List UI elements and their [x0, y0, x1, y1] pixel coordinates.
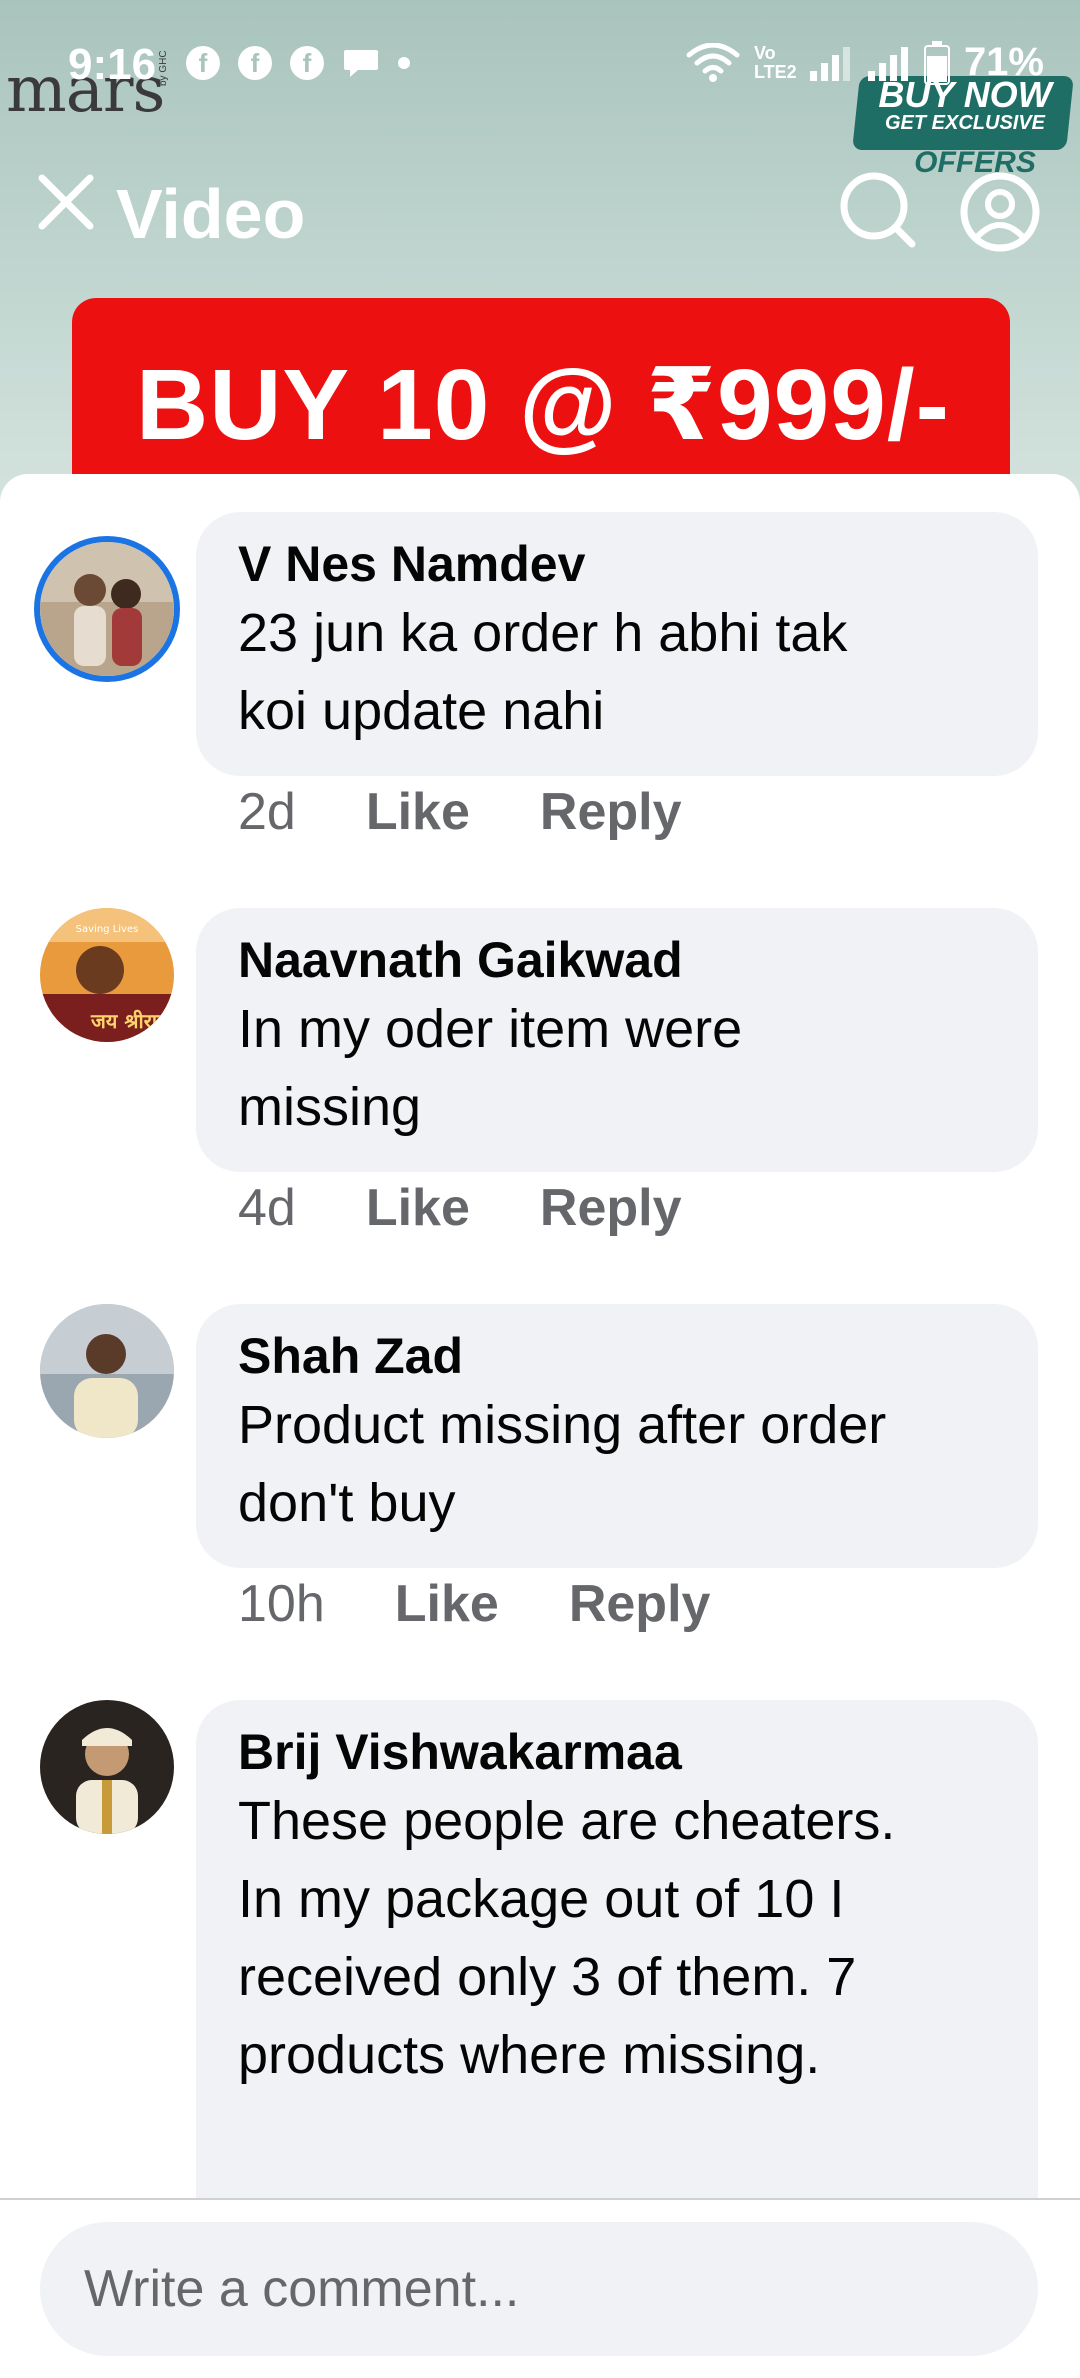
status-time: 9:16 — [68, 40, 157, 89]
comment-text: 23 jun ka order h abhi tak koi update na… — [238, 603, 848, 741]
avatar-image — [40, 542, 174, 676]
comment-time[interactable]: 2d — [238, 782, 296, 842]
signal-icon — [809, 46, 850, 81]
battery-icon — [923, 40, 950, 85]
comment-text: These people are cheaters. In my package… — [238, 1791, 896, 2085]
video-nav-bar: Video — [0, 160, 1080, 260]
avatar-caption: जय श्रीराम — [90, 1009, 170, 1033]
promo-exclusive: GET EXCLUSIVE — [884, 112, 1046, 134]
like-button[interactable]: Like — [366, 782, 470, 842]
facebook-icon: f — [238, 46, 272, 80]
avatar[interactable] — [40, 1700, 174, 1834]
avatar-image — [40, 1304, 174, 1438]
battery-percent: 71% — [963, 40, 1044, 84]
page-title: Video — [116, 175, 306, 253]
offer-text: BUY 10 @ ₹999/- — [136, 349, 950, 461]
comment-author[interactable]: Naavnath Gaikwad — [238, 930, 998, 990]
like-button[interactable]: Like — [366, 1178, 470, 1238]
avatar-image — [40, 1700, 174, 1834]
signal-icon — [867, 46, 908, 81]
status-right-cluster: Vo LTE2 71% — [686, 40, 1044, 85]
comments-sheet[interactable]: V Nes Namdev 23 jun ka order h abhi tak … — [0, 474, 1080, 2376]
comment-bubble[interactable]: Naavnath Gaikwad In my oder item were mi… — [196, 908, 1038, 1172]
facebook-icon: f — [186, 46, 220, 80]
comment-input[interactable]: Write a comment... — [40, 2222, 1038, 2356]
like-button[interactable]: Like — [395, 1574, 499, 1634]
comment-author[interactable]: Brij Vishwakarmaa — [238, 1722, 998, 1782]
comment-time[interactable]: 10h — [238, 1574, 325, 1634]
comment-bubble[interactable]: V Nes Namdev 23 jun ka order h abhi tak … — [196, 512, 1038, 776]
close-icon[interactable] — [36, 172, 96, 232]
avatar[interactable] — [40, 1304, 174, 1438]
avatar-image: Saving Lives जय श्रीराम — [40, 908, 174, 1042]
account-icon[interactable] — [958, 170, 1042, 254]
comment-author[interactable]: V Nes Namdev — [238, 534, 998, 594]
more-notifications-dot — [398, 57, 410, 69]
avatar[interactable] — [40, 542, 174, 676]
comment-actions: 10h Like Reply — [238, 1574, 710, 1634]
comment-actions: 2d Like Reply — [238, 782, 682, 842]
chat-bubble-icon — [344, 50, 378, 77]
reply-button[interactable]: Reply — [540, 1178, 682, 1238]
notification-icons: f f f — [186, 46, 410, 80]
comment-time[interactable]: 4d — [238, 1178, 296, 1238]
comment-bubble[interactable]: Shah Zad Product missing after order don… — [196, 1304, 1038, 1568]
search-icon[interactable] — [838, 170, 918, 250]
reply-button[interactable]: Reply — [569, 1574, 711, 1634]
comment-bubble[interactable]: Brij Vishwakarmaa These people are cheat… — [196, 1700, 1038, 2260]
comment-actions: 4d Like Reply — [238, 1178, 682, 1238]
comment-text: In my oder item were missing — [238, 999, 743, 1137]
avatar[interactable]: Saving Lives जय श्रीराम — [40, 908, 174, 1042]
comment-composer-bar: Write a comment... — [0, 2198, 1080, 2378]
network-label: Vo LTE2 — [753, 42, 797, 82]
wifi-icon — [686, 42, 740, 82]
comment-text: Product missing after order don't buy — [238, 1395, 887, 1533]
facebook-icon: f — [290, 46, 324, 80]
reply-button[interactable]: Reply — [540, 782, 682, 842]
comment-author[interactable]: Shah Zad — [238, 1326, 998, 1386]
status-bar: 9:16 f f f Vo LTE2 71% — [0, 30, 1080, 90]
avatar-caption: Saving Lives — [76, 924, 139, 935]
